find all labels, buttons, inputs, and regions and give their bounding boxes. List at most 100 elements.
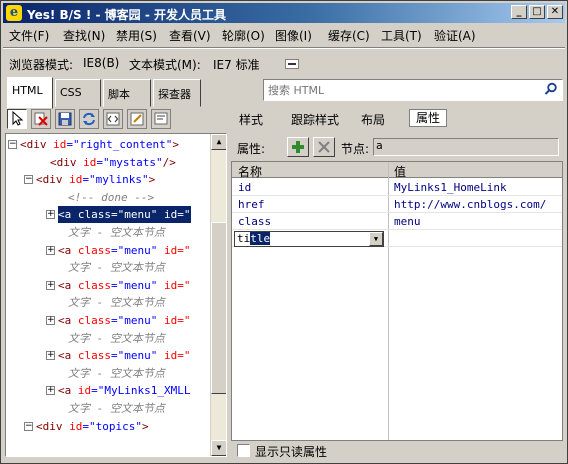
expand-icon[interactable]: + — [46, 386, 55, 396]
document-mode-value[interactable]: IE7 标准 — [213, 56, 260, 73]
tree-node-attr: id — [69, 173, 83, 187]
scroll-down-arrow[interactable]: ▼ — [211, 440, 226, 456]
tree-node-text[interactable]: 文字 - 空文本节点 — [68, 365, 165, 382]
scroll-up-arrow[interactable]: ▲ — [211, 134, 226, 150]
tab-profiler-label: 探查器 — [158, 88, 191, 101]
select-element-button[interactable] — [7, 109, 27, 129]
tree-node-element[interactable]: <a class="menu" id=" — [58, 206, 191, 224]
tree-node-text-label: 文字 - 空文本节点 — [68, 366, 165, 380]
dropdown-arrow-icon[interactable]: ▼ — [369, 232, 383, 246]
tree-node-punct: < — [36, 419, 43, 433]
attribute-row[interactable]: href http://www.cnblogs.com/ — [232, 196, 562, 213]
attribute-row[interactable]: class menu — [232, 213, 562, 230]
tree-node-val: "mylinks" — [89, 173, 149, 187]
tree-node-punct — [71, 349, 78, 362]
tree-node-tag: div — [26, 138, 47, 151]
element-source-button[interactable] — [103, 109, 123, 129]
menu-find[interactable]: 查找(N) — [63, 27, 105, 44]
tree-node-comment[interactable]: <!-- done --> — [68, 189, 154, 206]
tree-node-extra: id=" — [164, 243, 191, 257]
column-header-value[interactable]: 值 — [394, 163, 406, 180]
menu-cache[interactable]: 缓存(C) — [328, 27, 370, 44]
menu-file[interactable]: 文件(F) — [9, 27, 49, 44]
tree-node-element[interactable]: <a class="menu" id=" — [58, 312, 191, 329]
expand-icon[interactable]: + — [46, 210, 55, 220]
search-box[interactable] — [263, 79, 563, 101]
menu-view[interactable]: 查看(V) — [169, 27, 211, 44]
scroll-thumb[interactable] — [211, 222, 226, 394]
subtab-style[interactable]: 样式 — [239, 111, 263, 128]
tree-node-element[interactable]: <a class="menu" id=" — [58, 347, 191, 364]
collapse-icon[interactable]: − — [24, 175, 33, 185]
tree-node-text-label: 文字 - 空文本节点 — [68, 296, 165, 310]
save-button[interactable] — [55, 109, 75, 129]
subtab-layout[interactable]: 布局 — [361, 111, 385, 128]
expand-icon[interactable]: + — [46, 351, 55, 361]
tree-node-text[interactable]: 文字 - 空文本节点 — [68, 224, 165, 241]
tab-css[interactable]: CSS — [55, 79, 101, 107]
tree-node-punct: = — [111, 208, 118, 222]
tree-node-punct — [71, 314, 78, 327]
tree-node-text[interactable]: 文字 - 空文本节点 — [68, 400, 165, 417]
search-input[interactable] — [268, 83, 538, 97]
word-wrap-button[interactable] — [151, 109, 171, 129]
refresh-button[interactable] — [79, 109, 99, 129]
attribute-edit-row[interactable]: title ▼ — [232, 230, 562, 247]
tree-node-element[interactable]: <a class="menu" id=" — [58, 277, 191, 294]
tree-node-element[interactable]: <a id="MyLinks1_XMLL — [58, 382, 190, 399]
tree-node-punct: < — [58, 208, 65, 222]
add-attribute-button[interactable] — [287, 137, 309, 157]
tree-node-punct: < — [36, 173, 43, 187]
tree-node-punct: < — [58, 278, 65, 292]
collapse-icon[interactable]: − — [8, 140, 17, 149]
minimize-button[interactable]: _ — [511, 5, 527, 19]
attribute-value[interactable]: http://www.cnblogs.com/ — [394, 198, 546, 211]
menu-outline[interactable]: 轮廓(O) — [222, 27, 265, 44]
menu-validate[interactable]: 验证(A) — [434, 27, 476, 44]
tree-node-element[interactable]: <a class="menu" id=" — [58, 242, 191, 259]
attribute-name: href — [238, 198, 265, 211]
word-wrap-icon — [154, 112, 168, 125]
tree-node-attr: class — [77, 314, 111, 327]
delete-attribute-button[interactable] — [313, 137, 335, 157]
tab-script[interactable]: 脚本 — [103, 79, 151, 107]
menu-tools[interactable]: 工具(T) — [381, 27, 422, 44]
attribute-name-combobox[interactable]: title ▼ — [234, 231, 384, 247]
browser-mode-value[interactable]: IE8(B) — [83, 56, 119, 70]
collapse-icon[interactable]: − — [24, 421, 33, 431]
tree-node-text[interactable]: 文字 - 空文本节点 — [68, 259, 165, 276]
attribute-row[interactable]: id MyLinks1_HomeLink — [232, 179, 562, 196]
tree-node-val: "topics" — [89, 419, 142, 433]
tab-profiler[interactable]: 探查器 — [153, 79, 201, 107]
subtab-trace-styles[interactable]: 跟踪样式 — [291, 111, 339, 128]
grid-header: 名称 值 — [232, 162, 562, 180]
clear-button[interactable] — [31, 109, 51, 129]
attribute-value[interactable]: MyLinks1_HomeLink — [394, 181, 507, 194]
tab-html[interactable]: HTML — [7, 77, 53, 109]
tree-node-text[interactable]: 文字 - 空文本节点 — [68, 294, 165, 311]
expand-icon[interactable]: + — [46, 316, 55, 325]
menu-disable[interactable]: 禁用(S) — [116, 27, 157, 44]
column-header-name[interactable]: 名称 — [238, 163, 262, 180]
clear-icon — [34, 112, 48, 126]
tree-node-element[interactable]: <div id="mystats"/> — [50, 154, 176, 171]
edit-button[interactable] — [127, 109, 147, 129]
tree-node-attr: class — [77, 349, 111, 363]
tree-node-element[interactable]: <div id="topics"> — [36, 418, 149, 435]
mode-bar: 浏览器模式: IE8(B) 文本模式(M): IE7 标准 — [3, 51, 565, 75]
tree-node-element[interactable]: <div id="right_content"> — [20, 136, 179, 153]
tree-node-element[interactable]: <div id="mylinks"> — [36, 171, 155, 188]
expand-icon[interactable]: + — [46, 245, 55, 255]
attribute-value[interactable]: menu — [394, 215, 421, 228]
menu-images[interactable]: 图像(I) — [275, 27, 312, 44]
expand-icon[interactable]: + — [46, 280, 55, 290]
tree-scrollbar[interactable]: ▲ ▼ — [210, 134, 226, 456]
tab-script-label: 脚本 — [108, 88, 130, 101]
maximize-button[interactable]: □ — [529, 5, 545, 19]
search-icon[interactable] — [544, 82, 558, 96]
tree-node-text[interactable]: 文字 - 空文本节点 — [68, 330, 165, 347]
pin-window-icon[interactable] — [285, 59, 299, 69]
close-button[interactable]: ✕ — [547, 5, 563, 19]
show-readonly-checkbox[interactable] — [237, 444, 250, 457]
subtab-attributes[interactable]: 属性 — [409, 109, 448, 127]
